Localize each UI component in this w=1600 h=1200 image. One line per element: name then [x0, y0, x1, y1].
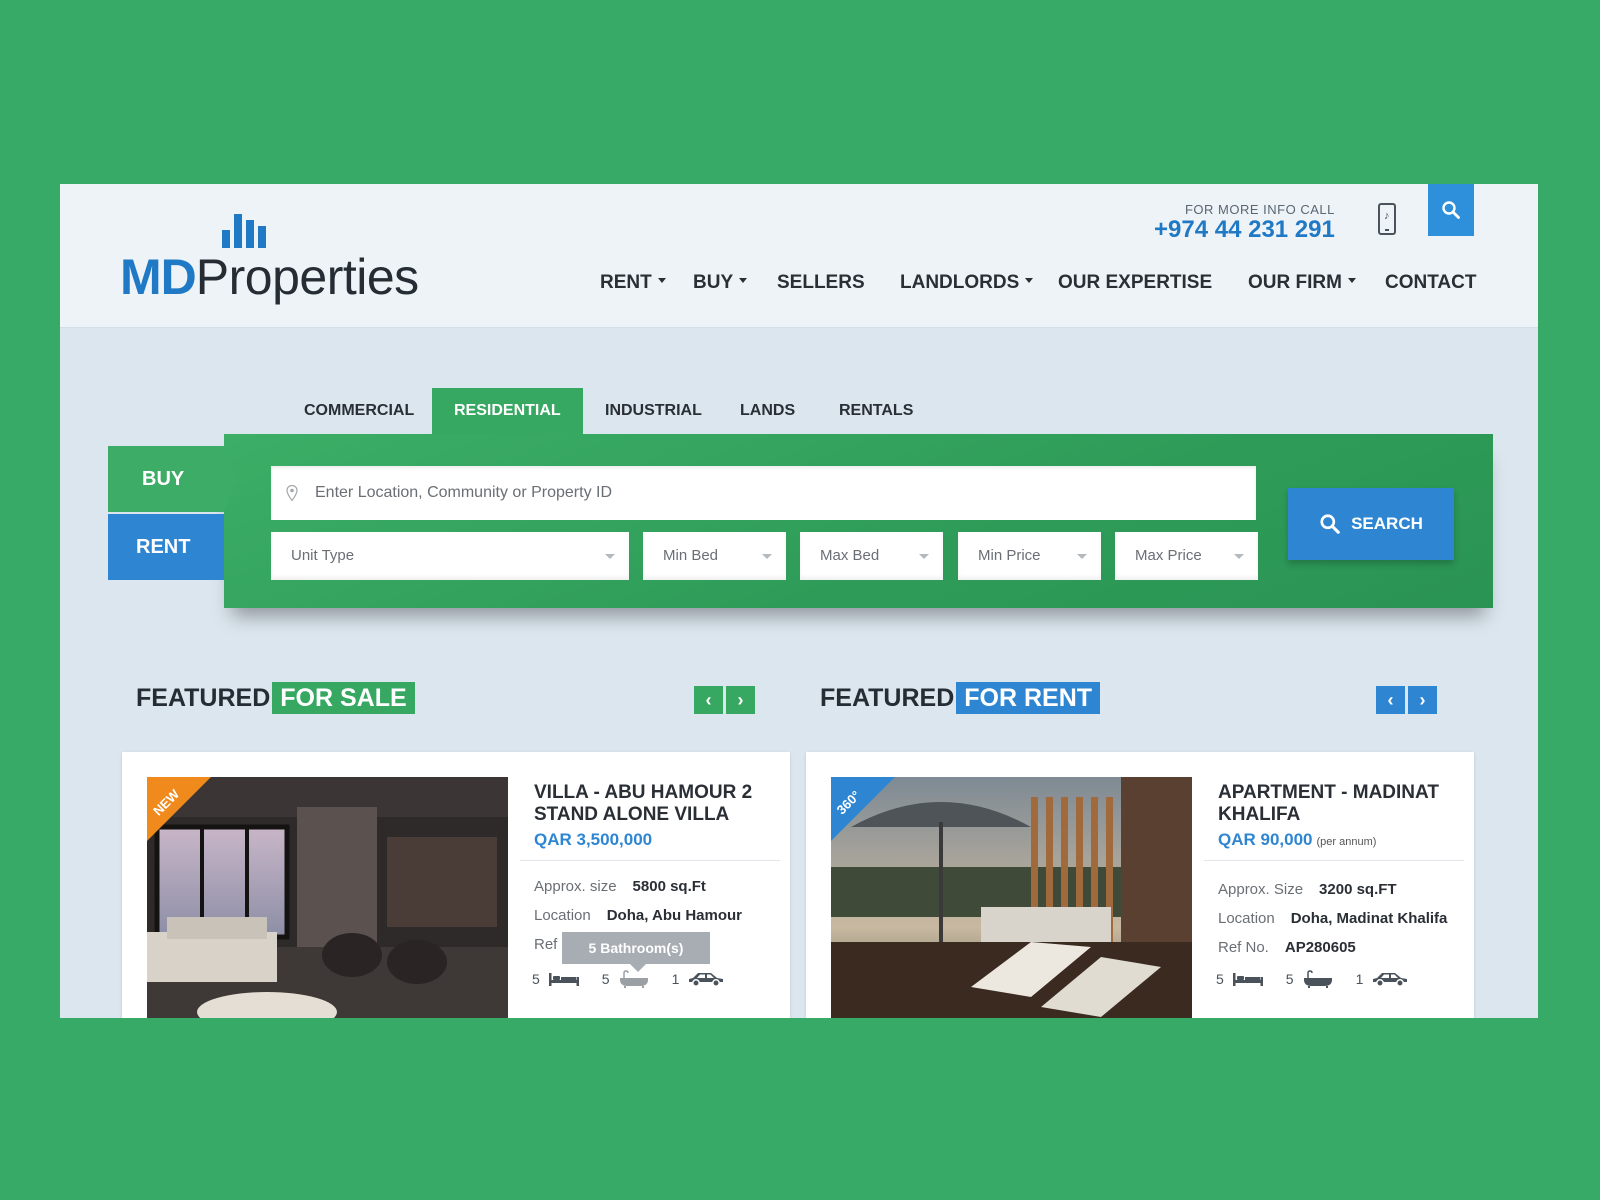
nav-landlords[interactable]: LANDLORDS	[900, 272, 1034, 294]
spec-size: Approx. Size 3200 sq.FT	[1218, 881, 1397, 898]
bed-icon	[1232, 973, 1263, 986]
location-search-input[interactable]	[271, 466, 1256, 520]
spec-location: Location Doha, Madinat Khalifa	[1218, 910, 1448, 927]
divider	[1204, 860, 1464, 861]
search-icon	[1320, 514, 1340, 534]
contact-info: FOR MORE INFO CALL +974 44 231 291	[1154, 202, 1335, 243]
bed-icon	[548, 973, 579, 986]
nav-contact[interactable]: CONTACT	[1385, 272, 1476, 294]
main-nav: RENT BUY SELLERS LANDLORDS OUR EXPERTISE…	[60, 272, 1538, 302]
max-price-select[interactable]: Max Price	[1115, 532, 1258, 580]
min-price-select[interactable]: Min Price	[958, 532, 1101, 580]
chevron-down-icon	[657, 278, 666, 284]
chevron-down-icon	[605, 554, 615, 559]
nav-buy[interactable]: BUY	[693, 272, 748, 294]
mobile-phone-icon: ♪	[1378, 203, 1396, 235]
tab-industrial[interactable]: INDUSTRIAL	[583, 388, 724, 434]
tab-rentals[interactable]: RENTALS	[817, 388, 935, 434]
divider	[520, 860, 780, 861]
featured-rent-arrows: ‹ ›	[1376, 686, 1440, 714]
property-image[interactable]: 360°	[831, 777, 1192, 1018]
property-title[interactable]: VILLA - ABU HAMOUR 2 STAND ALONE VILLA	[534, 782, 774, 826]
360-view-ribbon: 360°	[831, 777, 895, 841]
featured-rent-heading: FEATURED FOR RENT	[820, 682, 1101, 714]
property-price: QAR 90,000 (per annum)	[1218, 830, 1377, 849]
min-bed-select[interactable]: Min Bed	[643, 532, 786, 580]
spec-location: Location Doha, Abu Hamour	[534, 907, 742, 924]
contact-phone[interactable]: +974 44 231 291	[1154, 217, 1335, 243]
chevron-down-icon	[1077, 554, 1087, 559]
nav-our-firm[interactable]: OUR FIRM	[1248, 272, 1356, 294]
featured-sale-card[interactable]: NEW VILLA - ABU HAMOUR 2 STAND ALONE VIL…	[122, 752, 790, 1018]
browser-viewport: MDProperties FOR MORE INFO CALL +974 44 …	[60, 184, 1538, 1018]
featured-rent-card[interactable]: 360° APARTMENT - MADINAT KHALIFA QAR 90,…	[806, 752, 1474, 1018]
nav-sellers[interactable]: SELLERS	[777, 272, 865, 294]
featured-sale-arrows: ‹ ›	[694, 686, 758, 714]
bathtub-icon	[619, 970, 648, 988]
amenities-row: 5 5 1	[532, 970, 747, 988]
chevron-down-icon	[739, 278, 748, 284]
contact-label: FOR MORE INFO CALL	[1184, 202, 1335, 217]
property-price: QAR 3,500,000	[534, 830, 653, 849]
header-search-button[interactable]	[1428, 184, 1474, 236]
unit-type-select[interactable]: Unit Type	[271, 532, 629, 580]
chevron-down-icon	[1025, 278, 1034, 284]
chevron-left-icon[interactable]: ‹	[1376, 686, 1405, 714]
property-title[interactable]: APARTMENT - MADINAT KHALIFA	[1218, 782, 1458, 826]
mode-buy-button[interactable]: BUY	[108, 446, 238, 512]
chevron-left-icon[interactable]: ‹	[694, 686, 723, 714]
mode-rent-button[interactable]: RENT	[108, 514, 224, 580]
logo-bars-icon	[222, 214, 270, 248]
max-bed-select[interactable]: Max Bed	[800, 532, 943, 580]
car-icon	[689, 973, 724, 987]
new-ribbon: NEW	[147, 777, 211, 841]
featured-sale-heading: FEATURED FOR SALE	[136, 682, 415, 714]
chevron-right-icon[interactable]: ›	[726, 686, 755, 714]
property-image[interactable]: NEW	[147, 777, 508, 1018]
amenities-row: 5 5 1	[1216, 970, 1431, 988]
nav-rent[interactable]: RENT	[600, 272, 666, 294]
chevron-down-icon	[762, 554, 772, 559]
car-icon	[1373, 973, 1408, 987]
chevron-down-icon	[1347, 278, 1356, 284]
location-pin-icon	[286, 485, 298, 501]
search-button[interactable]: SEARCH	[1288, 488, 1454, 560]
site-header: MDProperties FOR MORE INFO CALL +974 44 …	[60, 184, 1538, 328]
chevron-down-icon	[1234, 554, 1244, 559]
spec-size: Approx. size 5800 sq.Ft	[534, 878, 706, 895]
chevron-down-icon	[919, 554, 929, 559]
tab-lands[interactable]: LANDS	[718, 388, 817, 434]
tab-residential[interactable]: RESIDENTIAL	[432, 388, 583, 434]
chevron-right-icon[interactable]: ›	[1408, 686, 1437, 714]
nav-our-expertise[interactable]: OUR EXPERTISE	[1058, 272, 1212, 294]
bathtub-icon	[1303, 970, 1332, 988]
search-icon	[1442, 201, 1460, 219]
spec-ref: Ref No. AP280605	[1218, 939, 1356, 956]
tab-commercial[interactable]: COMMERCIAL	[282, 388, 436, 434]
bathroom-tooltip: 5 Bathroom(s)	[562, 932, 710, 972]
